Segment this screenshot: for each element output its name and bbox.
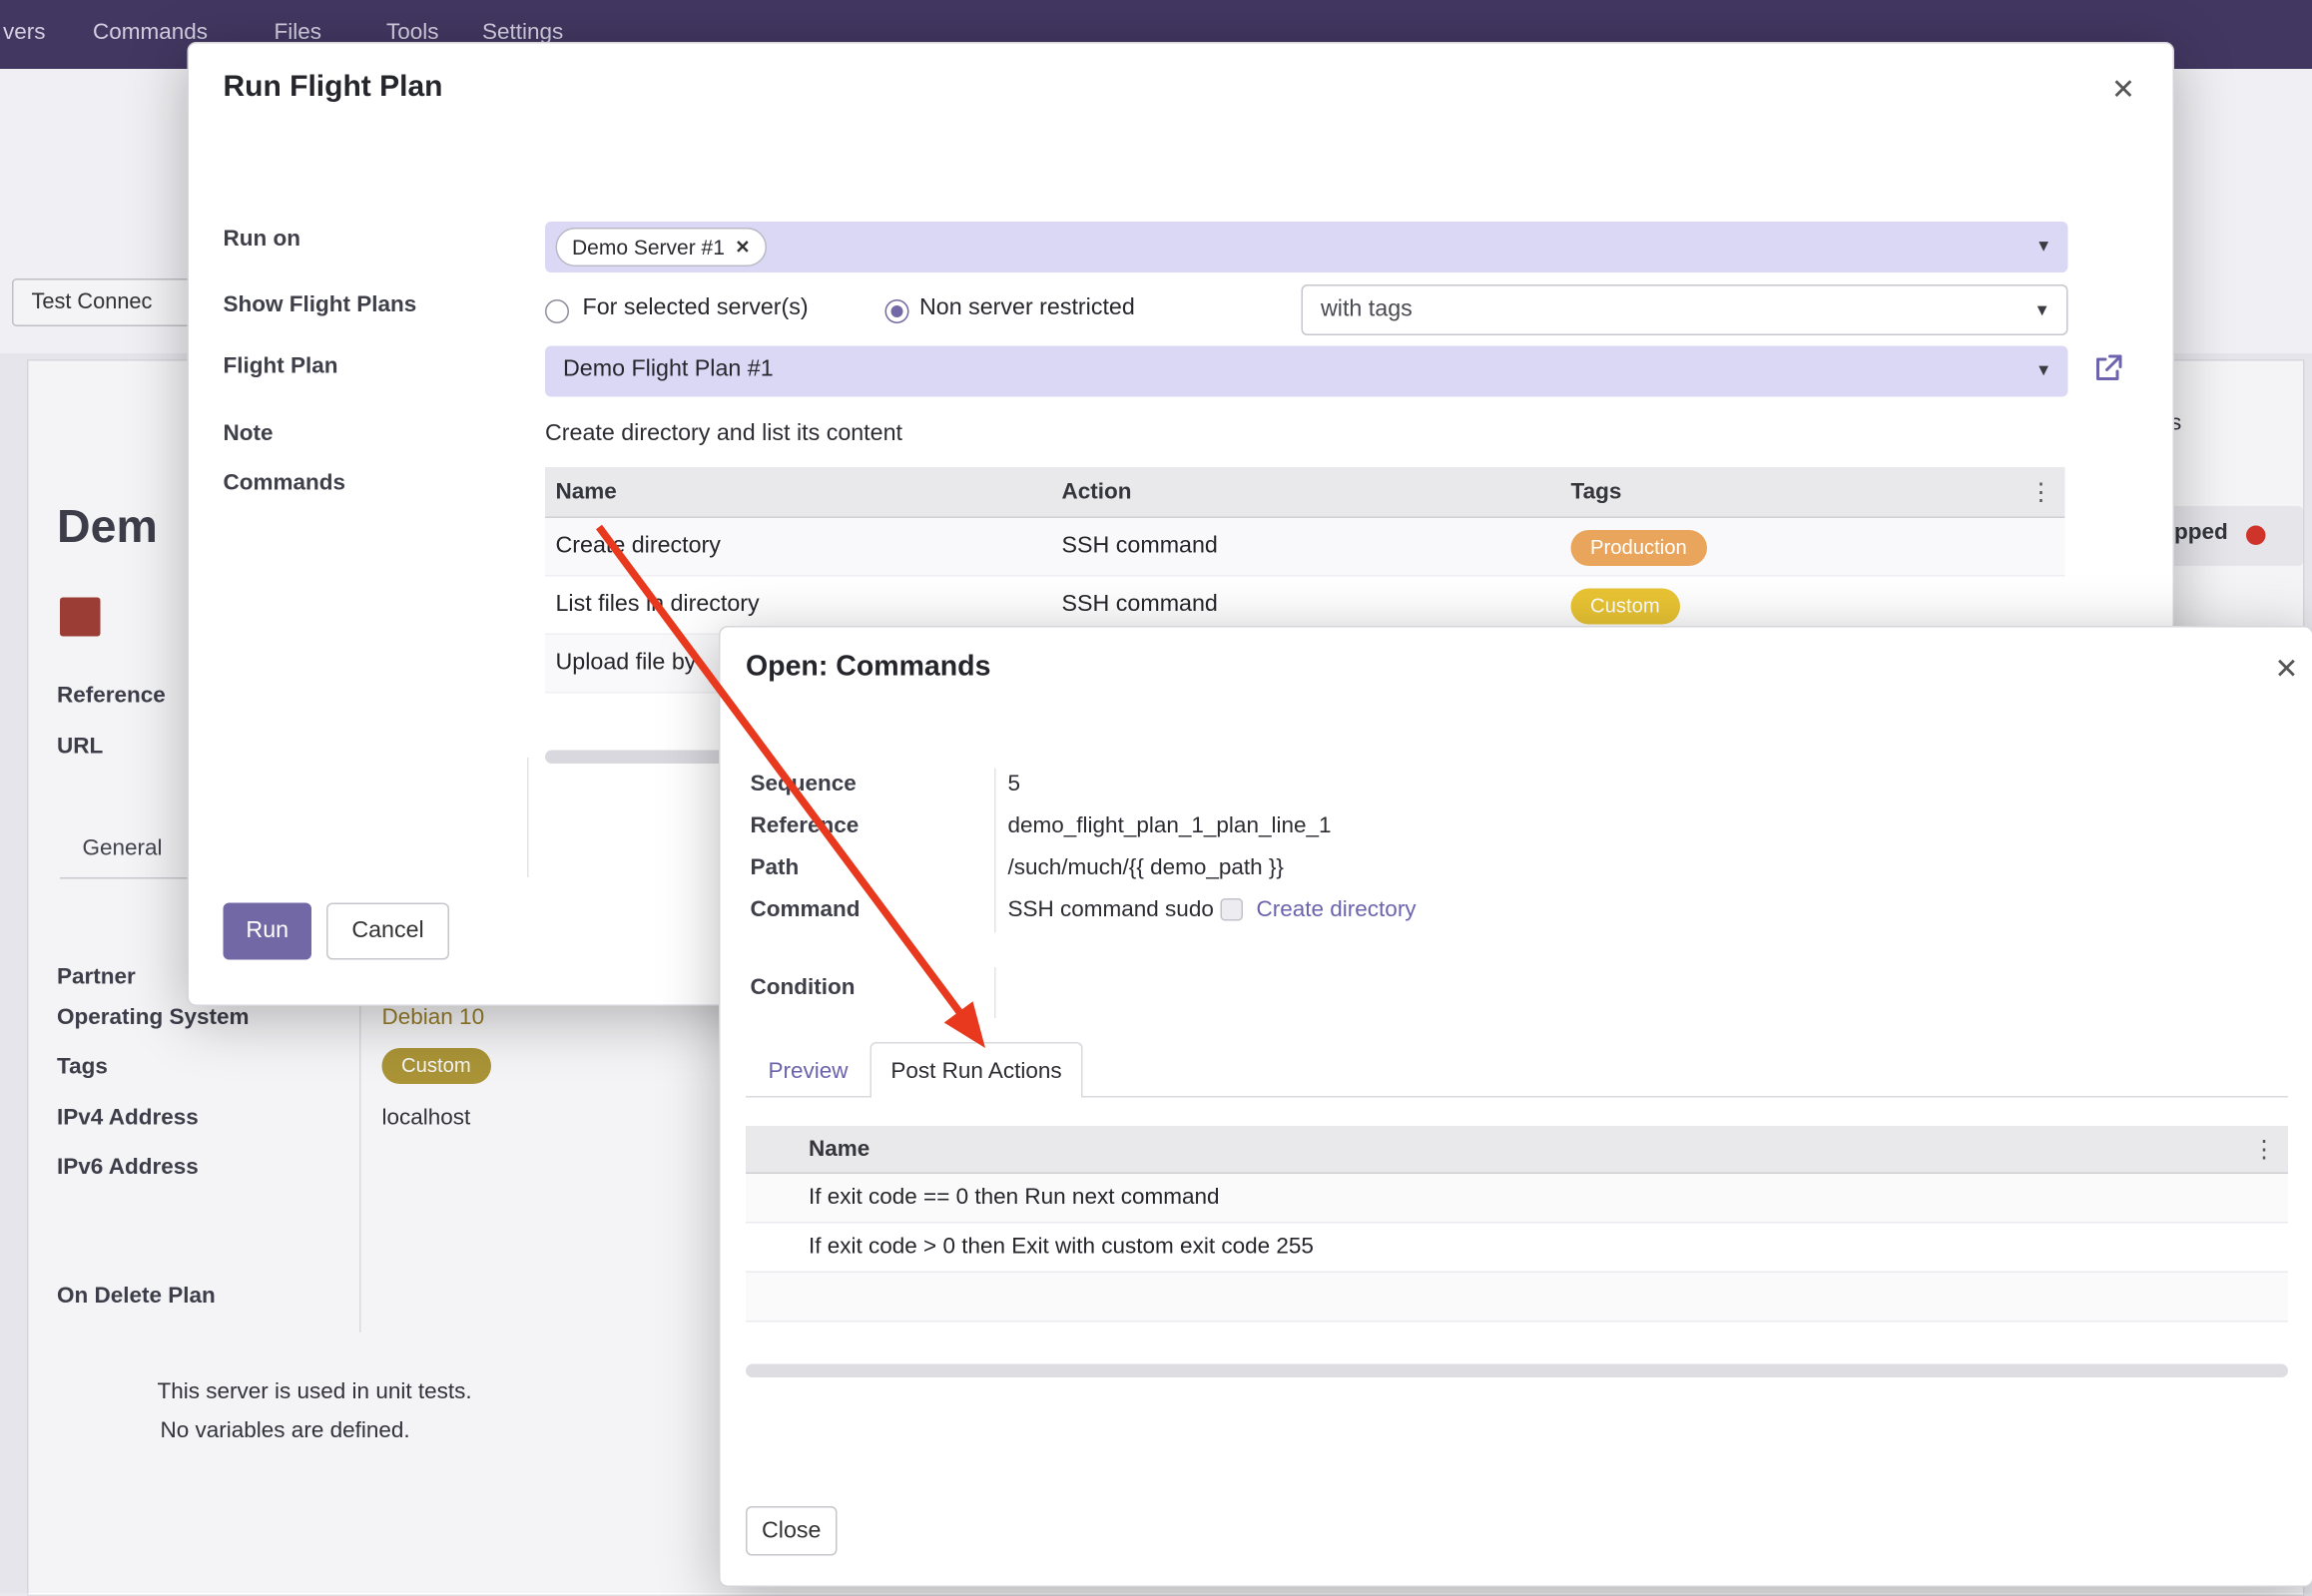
table-row-empty — [746, 1273, 2288, 1323]
reference-label: Reference — [751, 813, 860, 839]
commands-table-header: Name Action Tags ⋮ — [545, 467, 2065, 518]
flight-plan-label: Flight Plan — [224, 353, 338, 379]
post-run-table-header: Name ⋮ — [746, 1126, 2288, 1174]
sequence-value: 5 — [1008, 772, 1021, 798]
chevron-down-icon[interactable]: ▾ — [2037, 298, 2047, 322]
kebab-menu-icon[interactable]: ⋮ — [2252, 1135, 2276, 1165]
run-on-field[interactable]: Demo Server #1 ✕ ▾ — [545, 222, 2068, 272]
table-row[interactable]: If exit code == 0 then Run next command — [746, 1174, 2288, 1224]
tab-post-run-actions[interactable]: Post Run Actions — [870, 1042, 1083, 1098]
cell-name: Upload file by — [556, 650, 697, 677]
radio-non-server-restricted-label[interactable]: Non server restricted — [919, 295, 1135, 322]
cancel-button-label: Cancel — [351, 918, 423, 945]
chevron-down-icon[interactable]: ▾ — [2038, 234, 2048, 258]
path-label: Path — [751, 855, 800, 881]
post-run-actions-table: Name ⋮ If exit code == 0 then Run next c… — [746, 1126, 2288, 1373]
col-action[interactable]: Action — [1062, 479, 1132, 505]
show-flight-plans-label: Show Flight Plans — [224, 292, 417, 318]
external-link-icon[interactable] — [2092, 352, 2125, 391]
horizontal-scrollbar[interactable] — [746, 1364, 2288, 1378]
run-on-label: Run on — [224, 227, 300, 253]
radio-non-server-restricted[interactable] — [885, 299, 909, 323]
remove-chip-icon[interactable]: ✕ — [735, 237, 750, 258]
command-value: SSH command sudo — [1008, 897, 1214, 923]
reference-value: demo_flight_plan_1_plan_line_1 — [1008, 813, 1332, 839]
note-value: Create directory and list its content — [545, 421, 902, 448]
table-row[interactable]: Create directory SSH command Production — [545, 518, 2065, 577]
form-column-divider — [994, 769, 996, 933]
close-button[interactable]: Close — [746, 1506, 838, 1556]
kebab-menu-icon[interactable]: ⋮ — [2029, 478, 2053, 508]
cell-name: Create directory — [556, 533, 721, 560]
dialog-title: Open: Commands — [746, 652, 990, 685]
close-icon[interactable]: ✕ — [2111, 77, 2135, 106]
with-tags-value: with tags — [1321, 296, 1413, 323]
cell-name: List files in directory — [556, 592, 760, 619]
cell-action: SSH command — [1062, 533, 1218, 560]
cell-name: If exit code > 0 then Exit with custom e… — [809, 1234, 1314, 1260]
radio-selected-servers[interactable] — [545, 299, 569, 323]
sequence-label: Sequence — [751, 772, 857, 798]
close-button-label: Close — [762, 1517, 821, 1544]
cell-action: SSH command — [1062, 592, 1218, 619]
run-button[interactable]: Run — [224, 903, 312, 960]
col-name[interactable]: Name — [556, 479, 617, 505]
table-row[interactable]: If exit code > 0 then Exit with custom e… — [746, 1224, 2288, 1274]
col-tags[interactable]: Tags — [1571, 479, 1622, 505]
form-column-divider — [994, 967, 996, 1018]
open-commands-dialog: Open: Commands ✕ Sequence 5 Reference de… — [719, 626, 2312, 1587]
run-button-label: Run — [246, 918, 289, 945]
screen: vers Commands Files Tools Settings Test … — [0, 0, 2312, 1593]
tab-post-run-actions-label: Post Run Actions — [890, 1058, 1061, 1084]
condition-label: Condition — [751, 975, 856, 1001]
col-name[interactable]: Name — [809, 1137, 869, 1163]
create-directory-link[interactable]: Create directory — [1257, 897, 1417, 923]
flight-plan-value: Demo Flight Plan #1 — [563, 356, 774, 383]
server-chip[interactable]: Demo Server #1 ✕ — [556, 228, 768, 266]
commands-label: Commands — [224, 470, 346, 496]
radio-selected-servers-label[interactable]: For selected server(s) — [583, 295, 809, 322]
flight-plan-dropdown[interactable]: Demo Flight Plan #1 ▾ — [545, 346, 2068, 397]
note-label: Note — [224, 421, 274, 447]
tag-badge-custom: Custom — [1571, 589, 1680, 625]
cell-name: If exit code == 0 then Run next command — [809, 1185, 1220, 1211]
dialog-title: Run Flight Plan — [224, 71, 443, 106]
chevron-down-icon[interactable]: ▾ — [2038, 358, 2048, 382]
cancel-button[interactable]: Cancel — [326, 903, 449, 960]
command-label: Command — [751, 897, 861, 923]
close-icon[interactable]: ✕ — [2275, 656, 2299, 685]
tag-badge-production: Production — [1571, 530, 1707, 566]
path-value: /such/much/{{ demo_path }} — [1008, 855, 1284, 881]
server-chip-label: Demo Server #1 — [572, 236, 725, 260]
form-divider — [527, 758, 529, 877]
tab-preview[interactable]: Preview — [769, 1059, 849, 1085]
create-directory-checkbox[interactable] — [1221, 898, 1244, 921]
with-tags-dropdown[interactable]: with tags ▾ — [1302, 284, 2068, 335]
